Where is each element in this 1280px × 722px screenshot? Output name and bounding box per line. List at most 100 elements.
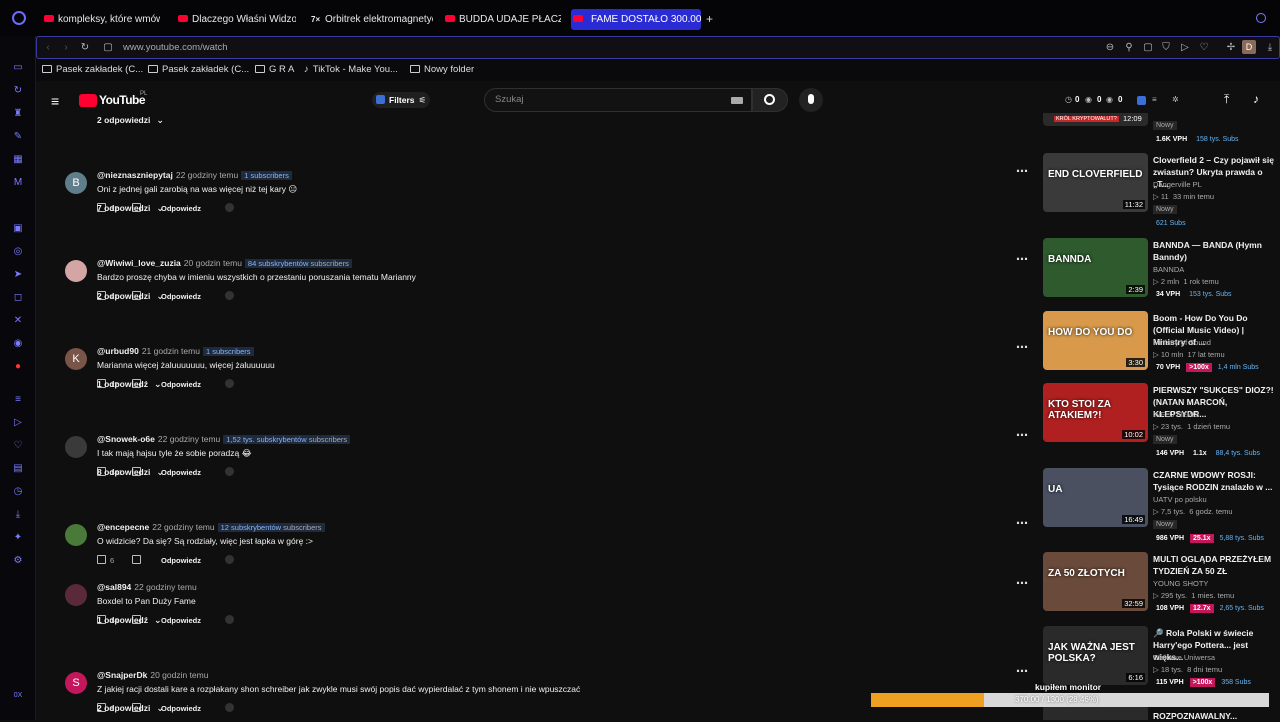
video-thumbnail[interactable]: UA 16:49 bbox=[1043, 468, 1148, 527]
show-replies-button[interactable]: 1 odpowiedź ⌄ bbox=[97, 615, 162, 626]
more-options-icon[interactable]: ⋯ bbox=[1016, 664, 1028, 678]
video-thumbnail[interactable]: END CLOVERFIELD 11:32 bbox=[1043, 153, 1148, 212]
comment-time[interactable]: 22 godziny temu bbox=[134, 582, 196, 592]
video-title[interactable]: MULTI OGLĄDA PRZEŻYŁEM TYDZIEŃ ZA 50 ZŁ bbox=[1153, 553, 1277, 577]
twitch-icon[interactable]: ▣ bbox=[12, 223, 24, 235]
sidebar-bot-icon[interactable]: ♜ bbox=[12, 108, 24, 120]
favorite-icon[interactable]: ♡ bbox=[1198, 42, 1210, 54]
voice-search-button[interactable] bbox=[799, 88, 823, 112]
avatar[interactable]: K bbox=[65, 348, 87, 370]
history-icon[interactable]: ◷ bbox=[12, 486, 24, 498]
channel-name[interactable]: YOUNG SHOTY bbox=[1153, 579, 1208, 588]
profile-avatar[interactable]: D bbox=[1242, 40, 1256, 54]
search-tabs-icon[interactable] bbox=[1256, 13, 1266, 23]
new-tab-icon[interactable]: + bbox=[706, 12, 713, 26]
comment-time[interactable]: 20 godzin temu bbox=[184, 258, 242, 268]
youtube-logo[interactable]: YouTube bbox=[99, 93, 146, 107]
hamburger-menu-icon[interactable]: ≡ bbox=[51, 93, 59, 109]
url-text[interactable]: www.youtube.com/watch bbox=[123, 42, 228, 53]
telegram-icon[interactable]: ➤ bbox=[12, 269, 24, 281]
discord-icon[interactable]: ◉ bbox=[12, 338, 24, 350]
sidebar-edit-icon[interactable]: ✎ bbox=[12, 131, 24, 143]
show-replies-button[interactable]: 2 odpowiedzi ⌄ bbox=[97, 703, 164, 714]
video-thumbnail[interactable]: ZA 50 ZŁOTYCH 32:59 bbox=[1043, 552, 1148, 611]
avatar[interactable] bbox=[65, 260, 87, 282]
heart-icon[interactable]: ♡ bbox=[12, 440, 24, 452]
bookmark-folder-5[interactable]: Nowy folder bbox=[410, 64, 474, 75]
app-icon[interactable]: ● bbox=[12, 361, 24, 373]
messenger-icon[interactable]: ◎ bbox=[12, 246, 24, 258]
comment-time[interactable]: 22 godziny temu bbox=[158, 434, 220, 444]
reload-icon[interactable]: ↻ bbox=[79, 42, 91, 54]
download-icon[interactable]: ⤓ bbox=[12, 509, 24, 521]
creator-heart-icon[interactable] bbox=[225, 467, 234, 476]
channel-name[interactable]: UATV po polsku bbox=[1153, 495, 1207, 504]
search-input[interactable]: Szukaj bbox=[484, 88, 752, 112]
creator-heart-icon[interactable] bbox=[225, 291, 234, 300]
back-icon[interactable]: ‹ bbox=[42, 42, 54, 54]
comment-author[interactable]: @SnajperDk bbox=[97, 670, 147, 680]
extension-settings-icon[interactable]: ✲ bbox=[1172, 95, 1179, 104]
reply-button[interactable]: Odpowiedz bbox=[161, 380, 201, 389]
reply-button[interactable]: Odpowiedz bbox=[161, 704, 201, 713]
thumbs-down-icon[interactable] bbox=[132, 555, 141, 564]
instagram-icon[interactable]: ◻ bbox=[12, 292, 24, 304]
notifications-bell-icon[interactable]: ♪ bbox=[1253, 92, 1259, 106]
bookmark-tiktok[interactable]: ♪ TikTok - Make You... bbox=[304, 64, 398, 75]
comment-author[interactable]: @Snowek-o6e bbox=[97, 434, 155, 444]
creator-heart-icon[interactable] bbox=[225, 703, 234, 712]
extensions-puzzle-icon[interactable]: ✢ bbox=[1225, 42, 1237, 54]
video-title[interactable]: CZARNE WDOWY ROSJI: Tysiące RODZIN znala… bbox=[1153, 469, 1277, 493]
extensions-icon[interactable]: ✦ bbox=[12, 532, 24, 544]
comment-author[interactable]: @nieznaszniepytaj bbox=[97, 170, 173, 180]
bookmark-folder-1[interactable]: Pasek zakładek (C... bbox=[42, 64, 143, 75]
show-replies-button[interactable]: 2 odpowiedzi ⌄ bbox=[97, 291, 164, 302]
more-options-icon[interactable]: ⋯ bbox=[1016, 164, 1028, 178]
creator-heart-icon[interactable] bbox=[225, 555, 234, 564]
reply-button[interactable]: Odpowiedz bbox=[161, 556, 201, 565]
zoom-icon[interactable]: ⊖ bbox=[1104, 42, 1116, 54]
avatar[interactable] bbox=[65, 524, 87, 546]
send-icon[interactable]: ▷ bbox=[12, 417, 24, 429]
video-thumbnail[interactable]: BANNDA 2:39 bbox=[1043, 238, 1148, 297]
more-options-icon[interactable]: ⋯ bbox=[1016, 516, 1028, 530]
creator-heart-icon[interactable] bbox=[225, 615, 234, 624]
bookmark-folder-3[interactable]: G R A bbox=[255, 64, 294, 75]
forward-icon[interactable]: › bbox=[60, 42, 72, 54]
comment-author[interactable]: @urbud90 bbox=[97, 346, 139, 356]
screenshot-icon[interactable]: ▷ bbox=[1179, 42, 1191, 54]
comment-time[interactable]: 20 godzin temu bbox=[150, 670, 208, 680]
bookmark-icon[interactable]: ▢ bbox=[1142, 42, 1154, 54]
list-icon[interactable]: ≡ bbox=[1152, 95, 1157, 104]
extension-app-icon[interactable] bbox=[1137, 96, 1146, 105]
comment-time[interactable]: 22 godziny temu bbox=[176, 170, 238, 180]
channel-name[interactable]: Ministry of Sound bbox=[1153, 338, 1211, 347]
channel-name[interactable]: BANNDA bbox=[1153, 265, 1184, 274]
avatar[interactable] bbox=[65, 584, 87, 606]
keyboard-icon[interactable] bbox=[731, 97, 743, 104]
video-title[interactable]: BANNDA — BANDA (Hymn Banndy) bbox=[1153, 239, 1277, 263]
channel-name[interactable]: Ciekawe Uniwersa bbox=[1153, 653, 1215, 662]
reply-button[interactable]: Odpowiedz bbox=[161, 292, 201, 301]
sidebar-panel-icon[interactable]: ▭ bbox=[12, 62, 24, 74]
comment-time[interactable]: 22 godziny temu bbox=[152, 522, 214, 532]
youtube-logo-icon[interactable] bbox=[79, 94, 97, 107]
comment-author[interactable]: @sal894 bbox=[97, 582, 131, 592]
browser-tab[interactable]: FAME DOSTAŁO 300.000 bbox=[571, 9, 701, 30]
browser-tab[interactable]: Dlaczego Właśni Widzowie bbox=[176, 9, 296, 30]
show-replies-button[interactable]: 1 odpowiedź ⌄ bbox=[97, 379, 162, 390]
downloads-icon[interactable]: ⤓ bbox=[1264, 42, 1276, 54]
more-options-icon[interactable]: ⋯ bbox=[1016, 428, 1028, 442]
reply-button[interactable]: Odpowiedz bbox=[161, 616, 201, 625]
avatar[interactable] bbox=[65, 436, 87, 458]
settings-icon[interactable]: ⚙ bbox=[12, 555, 24, 567]
reply-button[interactable]: Odpowiedz bbox=[161, 468, 201, 477]
browser-tab[interactable]: 7× Orbitrek elektromagnetyczny bbox=[309, 9, 433, 30]
thumbs-up-icon[interactable] bbox=[97, 555, 106, 564]
bookmark-folder-2[interactable]: Pasek zakładek (C... bbox=[148, 64, 249, 75]
video-thumbnail[interactable]: KTO STOI ZA ATAKIEM?! 10:02 bbox=[1043, 383, 1148, 442]
sidebar-calendar-icon[interactable]: ▦ bbox=[12, 154, 24, 166]
partial-recommended-title[interactable]: ROZPOZNAWALNY... bbox=[1153, 710, 1277, 722]
show-replies-button[interactable]: 2 odpowiedzi ⌄ bbox=[97, 115, 164, 126]
creator-heart-icon[interactable] bbox=[225, 203, 234, 212]
